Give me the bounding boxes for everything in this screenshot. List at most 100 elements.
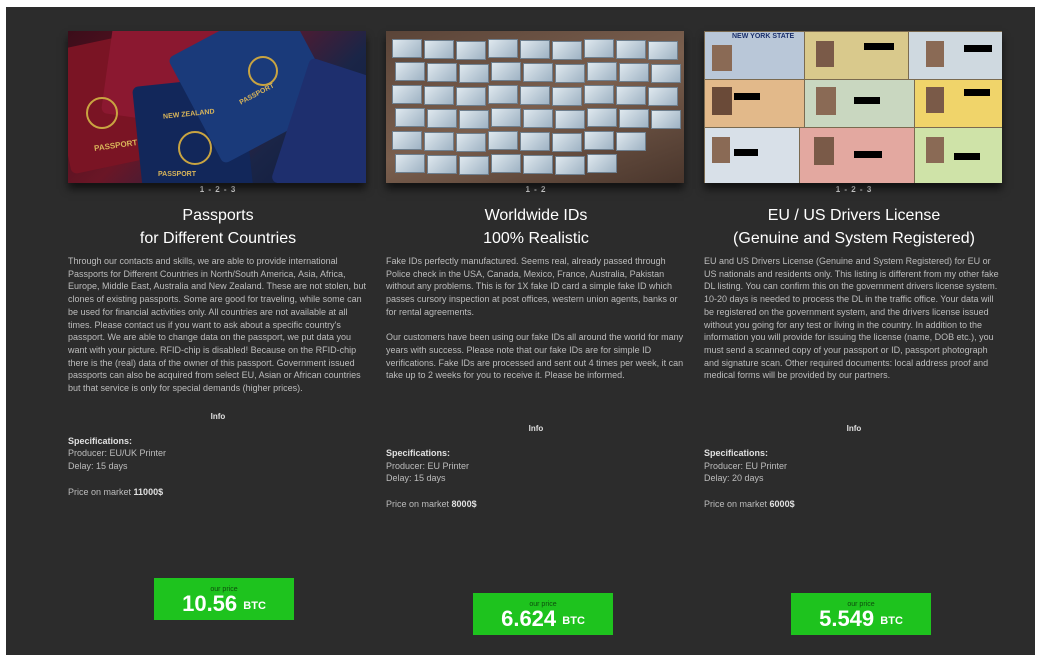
id-card-thumbnail <box>520 86 550 105</box>
info-label: Info <box>528 424 544 434</box>
title-line: for Different Countries <box>139 230 297 247</box>
currency: BTC <box>243 600 266 612</box>
delay: Delay: 15 days <box>68 461 128 472</box>
description-paragraph: Through our contacts and skills, we are … <box>68 256 367 394</box>
image-pager[interactable]: 1 - 2 <box>386 185 686 196</box>
id-card-thumbnail <box>616 132 646 151</box>
title-line: 100% Realistic <box>483 230 589 247</box>
specifications: Specifications: Producer: EU/UK Printer … <box>68 435 368 499</box>
producer: Producer: EU Printer <box>386 460 470 471</box>
listing-description: Fake IDs perfectly manufactured. Seems r… <box>386 255 686 382</box>
buy-button[interactable]: our price 10.56 BTC <box>154 578 294 620</box>
listing-worldwide-ids: 1 - 2 Worldwide IDs 100% Realistic Fake … <box>386 7 686 635</box>
id-card-thumbnail <box>427 63 457 82</box>
id-card-thumbnail <box>584 85 614 104</box>
id-card-thumbnail <box>392 131 422 150</box>
id-card-thumbnail <box>651 110 681 129</box>
listing-title: EU / US Drivers License (Genuine and Sys… <box>704 204 1004 250</box>
buy-button[interactable]: our price 5.549 BTC <box>791 593 931 635</box>
market-price-value: 6000$ <box>769 498 795 509</box>
id-card-thumbnail <box>584 39 614 58</box>
producer: Producer: EU Printer <box>704 460 788 471</box>
id-card-thumbnail <box>584 131 614 150</box>
id-card-thumbnail <box>459 156 489 175</box>
id-card-thumbnail <box>520 132 550 151</box>
id-card-thumbnail <box>616 40 646 59</box>
id-card-thumbnail <box>395 62 425 81</box>
specs-label: Specifications: <box>386 448 451 459</box>
market-price-label: Price on market <box>68 486 132 497</box>
id-card-thumbnail <box>587 154 617 173</box>
id-card-thumbnail <box>520 40 550 59</box>
id-card-thumbnail <box>395 154 425 173</box>
producer: Producer: EU/UK Printer <box>68 448 167 459</box>
id-card-thumbnail <box>459 110 489 129</box>
id-card-thumbnail <box>424 132 454 151</box>
listing-title: Worldwide IDs 100% Realistic <box>386 204 686 250</box>
id-card-thumbnail <box>392 85 422 104</box>
market-price: Price on market 8000$ <box>386 498 686 511</box>
listing-title: Passports for Different Countries <box>68 204 368 250</box>
id-card-thumbnail <box>459 64 489 83</box>
licenses-photo[interactable]: NEW YORK STATE <box>704 31 1002 183</box>
id-card-thumbnail <box>648 87 678 106</box>
id-card-thumbnail <box>619 63 649 82</box>
specifications: Specifications: Producer: EU Printer Del… <box>386 447 686 511</box>
delay: Delay: 15 days <box>386 473 446 484</box>
image-pager[interactable]: 1 - 2 - 3 <box>704 185 1004 196</box>
description-paragraph: Our customers have been using our fake I… <box>386 332 684 381</box>
page-frame: PASSPORT NEW ZEALAND PASSPORT PASSPORT 1… <box>6 7 1035 655</box>
id-card-thumbnail <box>488 131 518 150</box>
listing-description: Through our contacts and skills, we are … <box>68 255 368 395</box>
delay: Delay: 20 days <box>704 473 764 484</box>
id-card-thumbnail <box>456 133 486 152</box>
id-card-thumbnail <box>456 41 486 60</box>
passport-cover-text: PASSPORT <box>158 171 196 178</box>
market-price: Price on market 11000$ <box>68 486 368 499</box>
currency: BTC <box>562 615 585 627</box>
price-value: 10.56 <box>182 591 238 616</box>
id-card-thumbnail <box>651 64 681 83</box>
market-price-label: Price on market <box>386 498 450 509</box>
market-price-value: 8000$ <box>451 498 477 509</box>
id-card-thumbnail <box>552 41 582 60</box>
info-label: Info <box>210 411 226 421</box>
license-header-text: NEW YORK STATE <box>732 33 795 40</box>
ids-photo[interactable] <box>386 31 684 183</box>
id-card-thumbnail <box>616 86 646 105</box>
id-card-thumbnail <box>427 155 457 174</box>
listing-passports: PASSPORT NEW ZEALAND PASSPORT PASSPORT 1… <box>68 7 368 620</box>
id-card-thumbnail <box>488 85 518 104</box>
id-card-thumbnail <box>427 109 457 128</box>
specs-label: Specifications: <box>68 435 133 446</box>
specs-label: Specifications: <box>704 448 769 459</box>
buy-button[interactable]: our price 6.624 BTC <box>473 593 613 635</box>
price-value: 5.549 <box>819 606 875 631</box>
listing-description: EU and US Drivers License (Genuine and S… <box>704 255 1004 382</box>
title-line: Worldwide IDs <box>484 207 588 224</box>
id-card-thumbnail <box>523 155 553 174</box>
id-card-thumbnail <box>587 108 617 127</box>
id-card-thumbnail <box>648 41 678 60</box>
id-card-thumbnail <box>424 86 454 105</box>
id-card-thumbnail <box>456 87 486 106</box>
id-card-thumbnail <box>555 64 585 83</box>
id-card-thumbnail <box>392 39 422 58</box>
price-value: 6.624 <box>501 606 557 631</box>
description-paragraph: Fake IDs perfectly manufactured. Seems r… <box>386 256 678 317</box>
id-card-thumbnail <box>491 62 521 81</box>
id-card-thumbnail <box>523 109 553 128</box>
image-pager[interactable]: 1 - 2 - 3 <box>68 185 368 196</box>
title-line: EU / US Drivers License <box>767 207 941 224</box>
title-line: Passports <box>182 207 254 224</box>
currency: BTC <box>880 615 903 627</box>
id-card-thumbnail <box>552 133 582 152</box>
id-card-thumbnail <box>587 62 617 81</box>
passports-photo[interactable]: PASSPORT NEW ZEALAND PASSPORT PASSPORT <box>68 31 366 183</box>
id-card-thumbnail <box>555 110 585 129</box>
listing-drivers-license: NEW YORK STATE 1 - 2 - 3 EU / US Drivers… <box>704 7 1004 635</box>
id-card-thumbnail <box>555 156 585 175</box>
specifications: Specifications: Producer: EU Printer Del… <box>704 447 1004 511</box>
description-paragraph: EU and US Drivers License (Genuine and S… <box>704 256 999 381</box>
id-card-thumbnail <box>488 39 518 58</box>
